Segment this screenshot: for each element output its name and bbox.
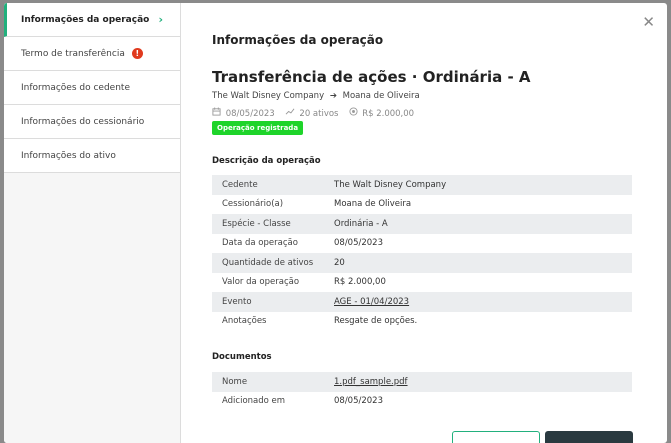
operation-assets: 20 ativos [299,109,339,119]
row-value: R$ 2.000,00 [334,277,386,288]
sidebar-item-assignor-info[interactable]: Informações do cedente [4,71,180,105]
documents-section-title: Documentos [212,352,272,362]
document-link[interactable]: 1.pdf_sample.pdf [334,377,632,387]
trend-icon [285,108,298,119]
secondary-action-button[interactable] [452,431,540,443]
row-value: 20 [334,257,345,268]
from-party: The Walt Disney Company [212,91,325,101]
operation-title: Transferência de ações · Ordinária - A [212,68,531,86]
calendar-icon [212,107,224,119]
status-badge: Operação registrada [212,121,304,135]
row-key: Evento [222,296,252,307]
sidebar-item-label: Informações do ativo [21,150,116,161]
primary-action-button[interactable] [545,431,633,443]
row-key: Valor da operação [222,277,300,288]
table-row: Cessionário(a) Moana de Oliveira [212,195,632,215]
row-value: 08/05/2023 [334,238,383,249]
chevron-right-icon: › [158,13,163,26]
operation-meta: 08/05/2023 20 ativos R$ 2.000,00 [212,107,414,119]
table-row: Quantidade de ativos 20 [212,253,632,273]
sidebar-item-assignee-info[interactable]: Informações do cessionário [4,105,180,139]
to-party: Moana de Oliveira [342,91,420,101]
value-meta: R$ 2.000,00 [348,107,415,119]
documents-table: Nome 1.pdf_sample.pdf Adicionado em 08/05/… [212,372,632,411]
table-row: Espécie - Classe Ordinária - A [212,214,632,234]
row-key: Cessionário(a) [222,199,284,210]
row-value: 08/05/2023 [334,396,383,407]
close-icon[interactable]: ✕ [642,15,655,30]
table-row: Nome 1.pdf_sample.pdf [212,372,632,392]
sidebar: Informações da operação › Termo de trans… [4,3,181,443]
warning-icon: ! [131,48,143,59]
sidebar-item-asset-info[interactable]: Informações do ativo [4,139,180,173]
row-key: Nome [222,376,248,387]
sidebar-item-transfer-term[interactable]: Termo de transferência ! [4,37,180,71]
row-key: Cedente [222,179,258,190]
table-row: Adicionado em 08/05/2023 [212,392,632,412]
sidebar-item-label: Termo de transferência [21,48,125,59]
table-row: Cedente The Walt Disney Company [212,175,632,195]
row-key: Anotações [222,316,267,327]
operation-parties: The Walt Disney Company ➔ Moana de Olive… [212,91,420,101]
coin-icon [348,107,361,119]
sidebar-item-label: Informações da operação [21,14,150,25]
row-value: Moana de Oliveira [334,199,412,210]
description-section-title: Descrição da operação [212,156,321,166]
date-meta: 08/05/2023 [212,107,275,119]
table-row: Data da operação 08/05/2023 [212,234,632,254]
operation-date: 08/05/2023 [225,109,275,119]
sidebar-item-label: Informações do cessionário [21,116,145,127]
row-key: Adicionado em [222,396,286,407]
row-value: Resgate de opções. [334,316,418,327]
row-value: Ordinária - A [334,218,388,229]
operation-modal: Informações da operação › Termo de trans… [4,3,667,443]
event-link[interactable]: AGE - 01/04/2023 [334,297,632,307]
sidebar-item-label: Informações do cedente [21,82,130,93]
table-row: Anotações Resgate de opções. [212,312,632,332]
page-title: Informações da operação [212,33,384,47]
operation-value: R$ 2.000,00 [362,109,415,119]
row-key: Data da operação [222,238,298,249]
row-key: Espécie - Classe [222,218,291,229]
row-key: Quantidade de ativos [222,257,314,268]
sidebar-nav: Informações da operação › Termo de trans… [4,3,180,173]
sidebar-item-operation-info[interactable]: Informações da operação › [4,3,180,37]
table-row: Valor da operação R$ 2.000,00 [212,273,632,293]
description-table: Cedente The Walt Disney Company Cessionár… [212,175,632,331]
assets-meta: 20 ativos [285,107,339,119]
row-value: The Walt Disney Company [334,179,447,190]
table-row: Evento AGE - 01/04/2023 [212,292,632,312]
arrow-right-icon: ➔ [329,91,337,101]
